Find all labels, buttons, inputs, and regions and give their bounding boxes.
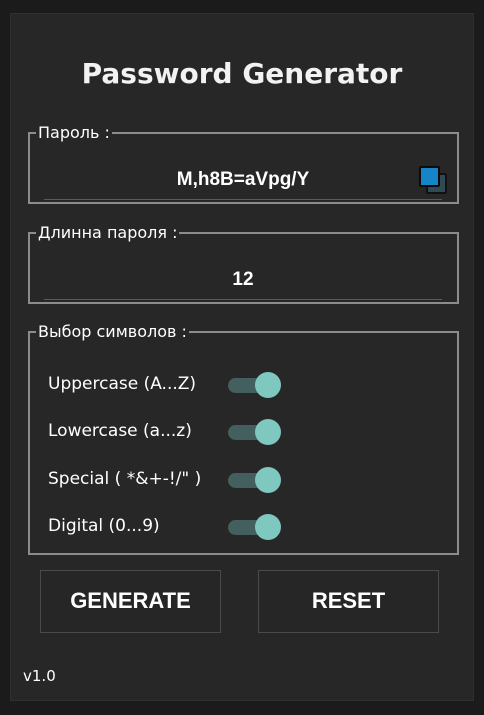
copy-icon[interactable]	[418, 165, 448, 195]
password-value[interactable]: M,h8B=aVpg/Y	[44, 169, 442, 191]
toggle-thumb	[255, 514, 281, 540]
copy-icon-front	[419, 166, 440, 187]
toggle-thumb	[255, 419, 281, 445]
option-uppercase-label: Uppercase (A...Z)	[48, 374, 197, 394]
toggle-thumb	[255, 372, 281, 398]
reset-button[interactable]: RESET	[258, 570, 439, 633]
toggle-digital[interactable]	[228, 514, 286, 540]
option-digital-label: Digital (0...9)	[48, 516, 160, 536]
option-digital: Digital (0...9)	[48, 512, 428, 542]
toggle-thumb	[255, 467, 281, 493]
toggle-special[interactable]	[228, 467, 286, 493]
symbols-group: Выбор символов : Uppercase (A...Z) Lower…	[28, 323, 459, 555]
password-legend: Пароль :	[38, 123, 110, 142]
length-value[interactable]: 12	[44, 269, 442, 291]
length-field[interactable]: 12	[44, 263, 442, 300]
symbols-legend: Выбор символов :	[38, 322, 187, 341]
length-group: Длинна пароля : 12	[28, 224, 459, 304]
option-uppercase: Uppercase (A...Z)	[48, 370, 428, 400]
toggle-uppercase[interactable]	[228, 372, 286, 398]
app-title: Password Generator	[81, 57, 403, 90]
option-special-label: Special ( *&+-!/" )	[48, 469, 202, 489]
option-lowercase-label: Lowercase (a...z)	[48, 421, 192, 441]
option-lowercase: Lowercase (a...z)	[48, 417, 428, 447]
password-field[interactable]: M,h8B=aVpg/Y	[44, 163, 447, 200]
toggle-lowercase[interactable]	[228, 419, 286, 445]
length-legend: Длинна пароля :	[38, 223, 178, 242]
password-group: Пароль : M,h8B=aVpg/Y	[28, 124, 459, 204]
option-special: Special ( *&+-!/" )	[48, 465, 428, 495]
generate-button[interactable]: GENERATE	[40, 570, 221, 633]
app-window: Password Generator Пароль : M,h8B=aVpg/Y…	[10, 13, 474, 701]
version-label: v1.0	[23, 667, 56, 685]
